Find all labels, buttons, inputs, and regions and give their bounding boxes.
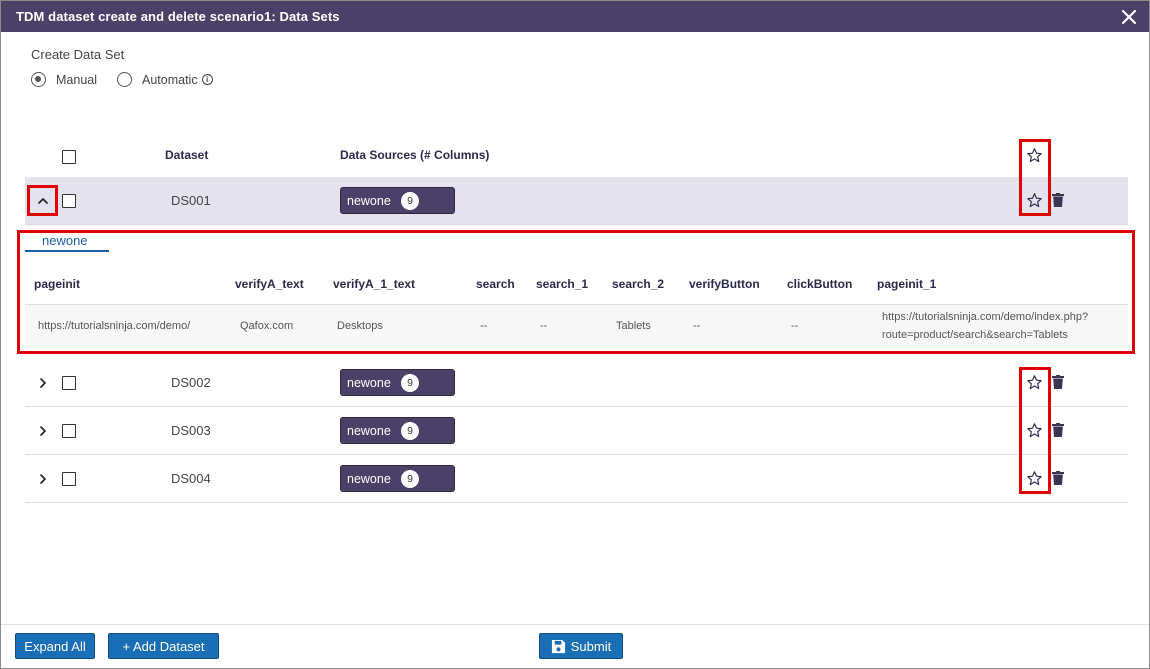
chevron-right-icon[interactable] xyxy=(36,376,50,390)
column-dataset: Dataset xyxy=(165,148,209,162)
title-bar: TDM dataset create and delete scenario1:… xyxy=(1,1,1149,32)
radio-manual[interactable]: Manual xyxy=(31,72,97,87)
chevron-right-icon[interactable] xyxy=(36,472,50,486)
submit-label: Submit xyxy=(570,638,612,654)
dataset-name: DS001 xyxy=(171,193,211,208)
row-checkbox[interactable] xyxy=(62,472,76,486)
data-source-name: newone xyxy=(347,194,391,208)
dataset-name: DS003 xyxy=(171,423,211,438)
highlight-box-stars-bottom xyxy=(1019,367,1051,494)
select-all-checkbox[interactable] xyxy=(62,150,76,164)
highlight-box-chevron xyxy=(27,185,58,216)
footer-divider xyxy=(1,624,1149,625)
radio-automatic-label: Automatic xyxy=(142,72,198,87)
trash-icon[interactable] xyxy=(1052,471,1064,485)
table-header: Dataset Data Sources (# Columns) xyxy=(25,139,1128,177)
radio-manual-dot[interactable] xyxy=(31,72,46,87)
chevron-right-icon[interactable] xyxy=(36,424,50,438)
table-row[interactable]: DS002 newone 9 xyxy=(25,359,1128,407)
row-checkbox[interactable] xyxy=(62,194,76,208)
create-data-set-label: Create Data Set xyxy=(31,47,125,62)
dataset-name: DS004 xyxy=(171,471,211,486)
row-checkbox[interactable] xyxy=(62,424,76,438)
data-sets-dialog: TDM dataset create and delete scenario1:… xyxy=(0,0,1150,669)
save-icon xyxy=(551,639,565,653)
trash-icon[interactable] xyxy=(1052,375,1064,389)
submit-button[interactable]: Submit xyxy=(539,633,623,659)
expand-all-label: Expand All xyxy=(24,638,86,654)
radio-manual-label: Manual xyxy=(56,72,97,87)
data-source-name: newone xyxy=(347,472,391,486)
expand-all-button[interactable]: Expand All xyxy=(15,633,95,659)
data-source-badge[interactable]: newone 9 xyxy=(340,187,455,214)
table-row[interactable]: DS003 newone 9 xyxy=(25,407,1128,455)
trash-icon[interactable] xyxy=(1052,423,1064,437)
column-count: 9 xyxy=(401,374,419,392)
info-icon[interactable]: i xyxy=(201,74,213,85)
column-count: 9 xyxy=(401,192,419,210)
row-checkbox[interactable] xyxy=(62,376,76,390)
dataset-name: DS002 xyxy=(171,375,211,390)
column-count: 9 xyxy=(401,470,419,488)
highlight-box-detail xyxy=(17,230,1135,354)
column-data-sources: Data Sources (# Columns) xyxy=(340,148,490,162)
close-icon[interactable] xyxy=(1119,7,1139,27)
table-row[interactable]: DS004 newone 9 xyxy=(25,455,1128,503)
column-count: 9 xyxy=(401,422,419,440)
trash-icon[interactable] xyxy=(1052,193,1064,207)
data-source-badge[interactable]: newone 9 xyxy=(340,369,455,396)
data-source-badge[interactable]: newone 9 xyxy=(340,417,455,444)
radio-automatic[interactable]: Automatic i xyxy=(117,72,213,87)
dialog-title: TDM dataset create and delete scenario1:… xyxy=(16,9,340,24)
data-source-badge[interactable]: newone 9 xyxy=(340,465,455,492)
add-dataset-label: + Add Dataset xyxy=(122,638,205,654)
table-row[interactable]: DS001 newone 9 xyxy=(25,177,1128,225)
radio-automatic-dot[interactable] xyxy=(117,72,132,87)
data-source-name: newone xyxy=(347,424,391,438)
data-source-name: newone xyxy=(347,376,391,390)
add-dataset-button[interactable]: + Add Dataset xyxy=(108,633,219,659)
highlight-box-stars-top xyxy=(1019,139,1051,216)
